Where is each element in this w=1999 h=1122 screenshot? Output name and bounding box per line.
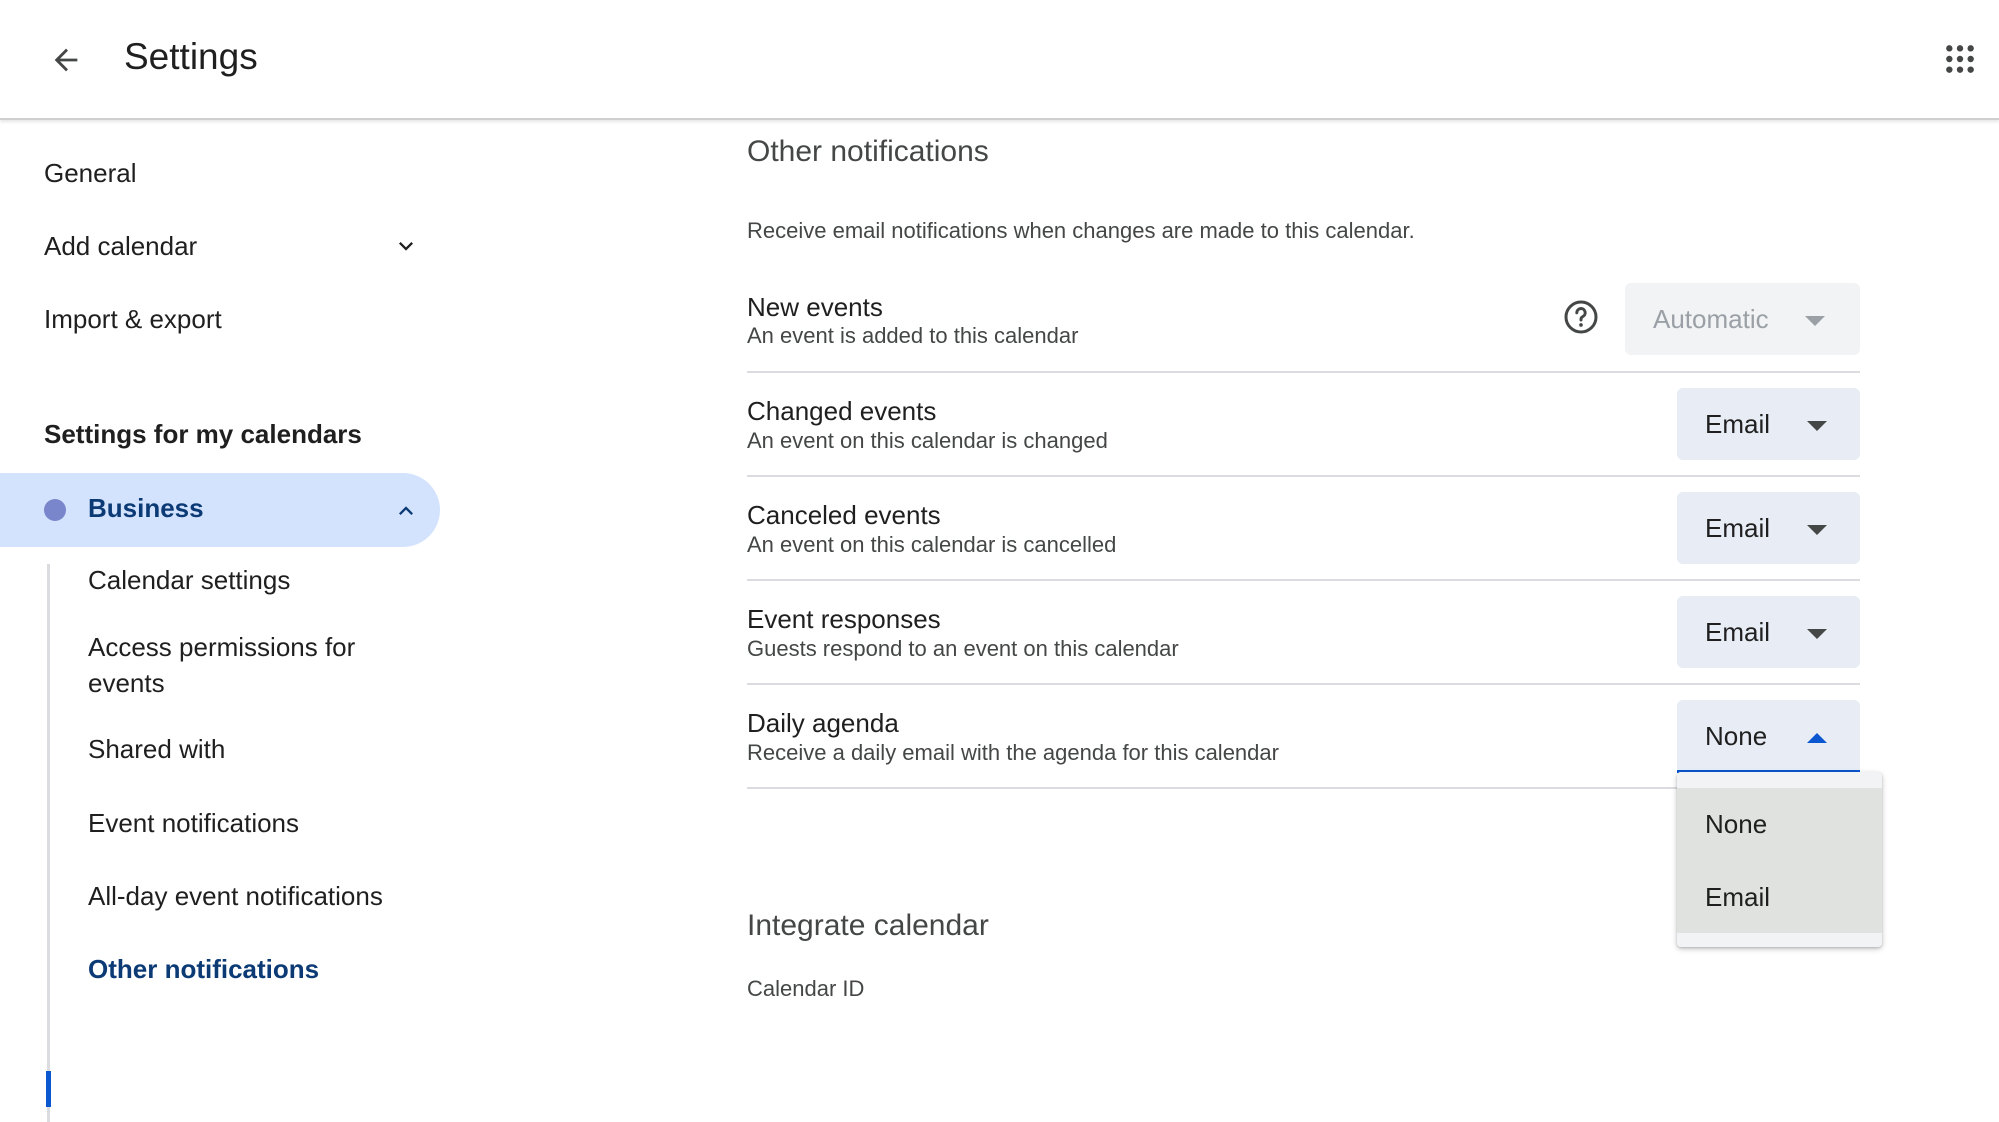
sidebar-item-all-day-event-notifications[interactable]: All-day event notifications xyxy=(88,878,383,914)
sidebar-item-general[interactable]: General xyxy=(44,158,137,189)
chevron-up-icon[interactable] xyxy=(392,497,420,525)
arrow-drop-down-icon xyxy=(1805,316,1825,326)
row-title-canceled-events: Canceled events xyxy=(747,500,941,530)
row-subtitle-event-responses: Guests respond to an event on this calen… xyxy=(747,636,1179,661)
row-title-daily-agenda: Daily agenda xyxy=(747,708,899,738)
canceled-events-select[interactable]: Email xyxy=(1677,492,1860,564)
option-label: Email xyxy=(1705,882,1771,912)
arrow-drop-down-icon xyxy=(1807,421,1827,431)
row-title-new-events: New events xyxy=(747,292,883,322)
select-value: None xyxy=(1705,721,1768,751)
row-divider xyxy=(747,579,1860,581)
help-icon[interactable] xyxy=(1563,299,1599,335)
row-divider xyxy=(747,475,1860,477)
sidebar-item-add-calendar[interactable]: Add calendar xyxy=(44,231,197,262)
app-header: Settings xyxy=(0,0,1999,120)
sidebar-item-access-permissions[interactable]: Access permissions for events xyxy=(88,629,388,701)
daily-agenda-dropdown-menu: None Email xyxy=(1677,772,1882,947)
calendar-color-dot xyxy=(44,499,66,521)
sidebar-item-other-notifications[interactable]: Other notifications xyxy=(88,951,319,987)
section-title-my-calendars: Settings for my calendars xyxy=(44,419,362,449)
apps-grid-icon xyxy=(1946,45,1974,73)
section-description: Receive email notifications when changes… xyxy=(747,218,1415,243)
sidebar-item-shared-with[interactable]: Shared with xyxy=(88,731,225,767)
daily-agenda-select[interactable]: None xyxy=(1677,700,1860,773)
row-divider xyxy=(747,371,1860,373)
row-title-changed-events: Changed events xyxy=(747,396,937,426)
calendar-item-business[interactable]: Business xyxy=(0,473,440,547)
subnav-track xyxy=(47,564,50,1122)
option-label: None xyxy=(1705,809,1768,839)
row-subtitle-canceled-events: An event on this calendar is cancelled xyxy=(747,532,1117,557)
arrow-back-icon xyxy=(54,48,78,72)
integrate-calendar-heading: Integrate calendar xyxy=(747,909,989,942)
dropdown-option-email[interactable]: Email xyxy=(1677,861,1882,933)
select-value: Automatic xyxy=(1653,304,1769,334)
arrow-drop-down-icon xyxy=(1807,525,1827,535)
google-apps-button[interactable] xyxy=(1936,30,1984,88)
row-subtitle-new-events: An event is added to this calendar xyxy=(747,323,1079,348)
section-heading: Other notifications xyxy=(747,135,989,168)
new-events-select: Automatic xyxy=(1625,283,1860,355)
subnav-active-indicator xyxy=(46,1071,51,1107)
row-subtitle-changed-events: An event on this calendar is changed xyxy=(747,428,1108,453)
sidebar-item-import-export[interactable]: Import & export xyxy=(44,304,222,335)
changed-events-select[interactable]: Email xyxy=(1677,388,1860,460)
sidebar-item-event-notifications[interactable]: Event notifications xyxy=(88,805,299,841)
select-value: Email xyxy=(1705,409,1771,439)
page-title: Settings xyxy=(124,36,258,77)
chevron-down-icon[interactable] xyxy=(392,232,420,260)
event-responses-select[interactable]: Email xyxy=(1677,596,1860,668)
arrow-drop-down-icon xyxy=(1807,629,1827,639)
menu-top-padding xyxy=(1677,772,1882,788)
calendar-id-label: Calendar ID xyxy=(747,976,865,1001)
row-divider xyxy=(747,683,1860,685)
calendar-name: Business xyxy=(88,493,204,523)
dropdown-option-none[interactable]: None xyxy=(1677,788,1882,860)
row-title-event-responses: Event responses xyxy=(747,604,941,634)
settings-sidebar: General Add calendar Import & export Set… xyxy=(0,120,460,1122)
select-value: Email xyxy=(1705,513,1771,543)
row-subtitle-daily-agenda: Receive a daily email with the agenda fo… xyxy=(747,740,1279,765)
arrow-drop-up-icon xyxy=(1807,733,1827,743)
sidebar-item-calendar-settings[interactable]: Calendar settings xyxy=(88,562,290,598)
select-value: Email xyxy=(1705,617,1771,647)
menu-bottom-padding xyxy=(1677,933,1882,947)
back-button[interactable] xyxy=(36,30,96,90)
